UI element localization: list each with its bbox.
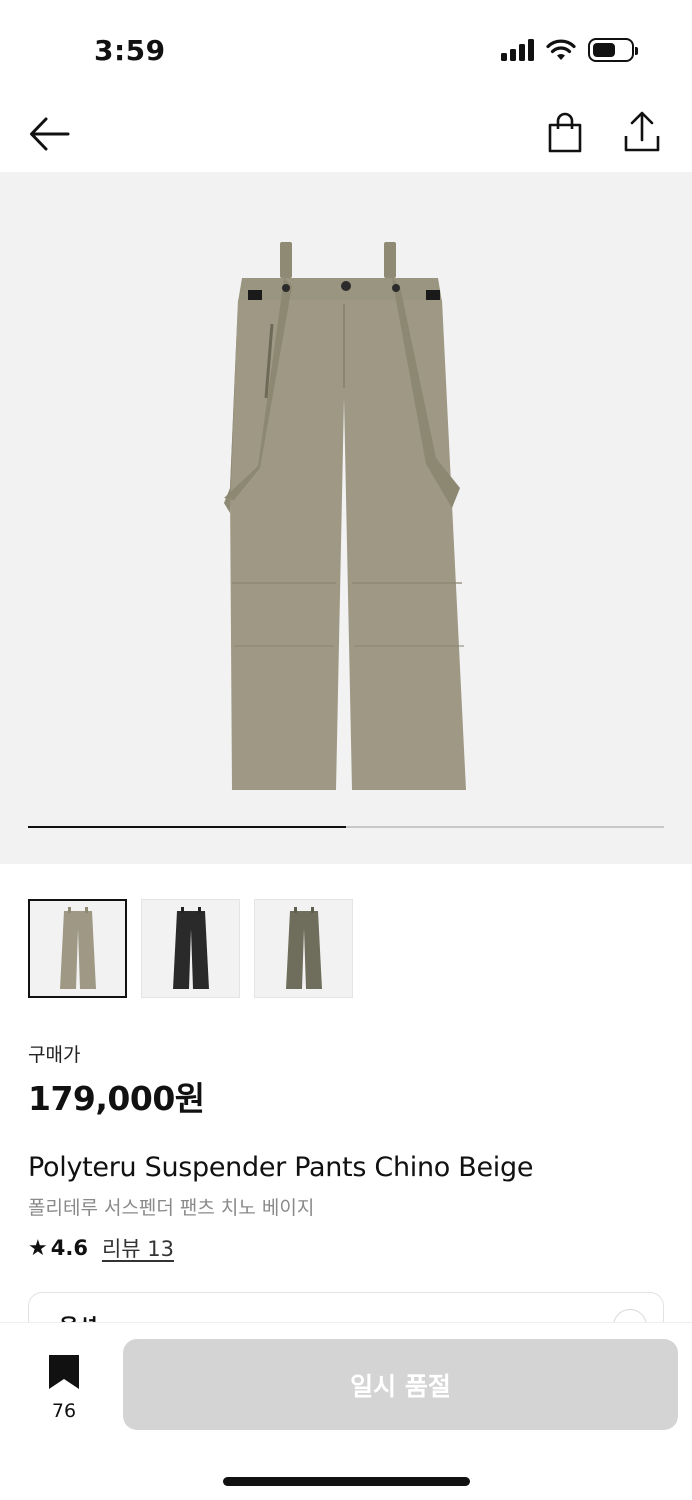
gallery-progress-fill: [28, 826, 346, 828]
bookmark-icon: [49, 1355, 79, 1389]
thumbnail-khaki[interactable]: [254, 899, 353, 998]
status-icons: [501, 38, 638, 62]
thumbnail-image: [285, 906, 322, 989]
battery-icon: [588, 38, 638, 62]
thumbnail-image: [59, 906, 96, 989]
bookmark-button[interactable]: 76: [42, 1353, 86, 1422]
home-indicator: [223, 1477, 470, 1486]
review-link[interactable]: 리뷰 13: [102, 1233, 174, 1263]
bottom-action-bar: 76 일시 품절: [0, 1322, 692, 1500]
wifi-icon: [546, 39, 576, 60]
product-main-image: [224, 242, 466, 790]
bookmark-count: 76: [51, 1400, 77, 1422]
thumbnail-black[interactable]: [141, 899, 240, 998]
product-title: Polyteru Suspender Pants Chino Beige: [28, 1152, 534, 1183]
sold-out-button[interactable]: 일시 품절: [123, 1339, 678, 1430]
star-icon: ★: [28, 1235, 48, 1261]
back-arrow-icon[interactable]: [28, 114, 72, 154]
thumbnail-image: [172, 906, 209, 989]
rating-value: 4.6: [50, 1236, 88, 1260]
share-icon[interactable]: [622, 110, 662, 154]
status-bar: 3:59: [0, 0, 692, 100]
top-navigation: [0, 100, 692, 172]
thumbnail-beige[interactable]: [28, 899, 127, 998]
shopping-bag-icon[interactable]: [546, 112, 584, 154]
product-price: 179,000원: [28, 1079, 205, 1118]
status-time: 3:59: [94, 34, 166, 67]
price-label: 구매가: [28, 1044, 81, 1066]
thumbnail-list: [28, 899, 353, 998]
product-title-korean: 폴리테루 서스펜더 팬츠 치노 베이지: [28, 1197, 315, 1219]
gallery-progress-bar: [28, 826, 664, 828]
product-image-gallery[interactable]: [0, 172, 692, 864]
rating-row: ★ 4.6 리뷰 13: [28, 1233, 174, 1263]
cellular-signal-icon: [501, 39, 534, 61]
